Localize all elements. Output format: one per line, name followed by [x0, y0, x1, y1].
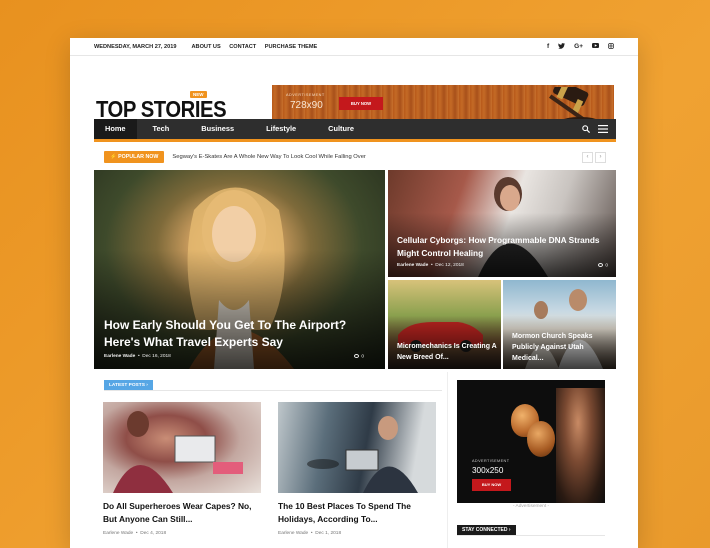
comment-count[interactable]: 0 — [354, 354, 364, 359]
stay-connected-label: STAY CONNECTED — [462, 527, 508, 533]
ad-label: ADVERTISEMENT — [286, 93, 325, 97]
ticker-prev-button[interactable]: ‹ — [582, 151, 593, 163]
popular-now-badge: ⚡ POPULAR NOW — [104, 151, 165, 163]
comment-count-value: 0 — [605, 263, 608, 269]
sidebar-ad[interactable]: ADVERTISEMENT 300x250 BUY NOW — [457, 380, 605, 503]
author-name[interactable]: Earlene Wade — [397, 263, 428, 268]
featured-top-right-meta: Earlene Wade • Dec 12, 2018 0 — [397, 263, 608, 269]
instagram-icon[interactable] — [608, 42, 614, 51]
ad-size: 300x250 — [472, 466, 504, 475]
ticker-arrows: ‹ › — [582, 151, 606, 163]
contact-link[interactable]: CONTACT — [229, 44, 256, 50]
latest-post-card[interactable]: Do All Superheroes Wear Capes? No, But A… — [103, 402, 261, 536]
menu-icon[interactable] — [598, 125, 608, 133]
latest-post-card[interactable]: The 10 Best Places To Spend The Holidays… — [278, 402, 436, 536]
comment-count-value: 0 — [361, 354, 364, 360]
featured-grid: How Early Should You Get To The Airport?… — [94, 170, 616, 369]
post-thumbnail[interactable] — [278, 402, 436, 493]
logo-new-badge: NEW — [190, 91, 207, 98]
featured-bottom-left-title[interactable]: Micromechanics Is Creating A New Breed O… — [397, 341, 497, 363]
column-divider — [447, 372, 448, 548]
comment-count[interactable]: 0 — [598, 263, 608, 268]
post-date: Dec 12, 2018 — [435, 263, 464, 268]
businessman-laptop-image — [307, 416, 418, 493]
search-icon[interactable] — [582, 125, 590, 133]
post-thumbnail[interactable] — [103, 402, 261, 493]
top-bar: WEDNESDAY, MARCH 27, 2019 ABOUT US CONTA… — [70, 38, 638, 56]
ad-buy-now-button[interactable]: BUY NOW — [472, 479, 511, 491]
divider — [457, 535, 605, 536]
post-date: Dec 4, 2018 — [140, 531, 167, 536]
ticker-next-button[interactable]: › — [595, 151, 606, 163]
post-date: Dec 16, 2018 — [142, 354, 171, 359]
featured-post-top-right[interactable]: Cellular Cyborgs: How Programmable DNA S… — [388, 170, 616, 277]
ad-size: 728x90 — [290, 100, 323, 111]
featured-top-right-title[interactable]: Cellular Cyborgs: How Programmable DNA S… — [397, 234, 612, 260]
featured-main-post[interactable]: How Early Should You Get To The Airport?… — [94, 170, 385, 369]
latest-posts-label: LATEST POSTS — [109, 383, 145, 388]
nav-item-home[interactable]: Home — [94, 119, 137, 139]
post-title[interactable]: The 10 Best Places To Spend The Holidays… — [278, 500, 438, 526]
page: WEDNESDAY, MARCH 27, 2019 ABOUT US CONTA… — [70, 38, 638, 548]
author-name[interactable]: Earlene Wade — [278, 531, 308, 536]
post-date: Dec 1, 2018 — [315, 531, 342, 536]
header: TOP STORIES NEW ADVERTISEMENT 728x90 BUY… — [70, 56, 638, 126]
purchase-theme-link[interactable]: PURCHASE THEME — [265, 44, 318, 50]
post-meta: Earlene Wade • Dec 1, 2018 — [278, 531, 342, 536]
nav-actions — [582, 125, 616, 133]
about-us-link[interactable]: ABOUT US — [191, 44, 220, 50]
featured-post-bottom-left[interactable]: Micromechanics Is Creating A New Breed O… — [388, 280, 501, 369]
current-date: WEDNESDAY, MARCH 27, 2019 — [94, 43, 177, 50]
divider — [104, 390, 442, 391]
post-meta: Earlene Wade • Dec 4, 2018 — [103, 531, 167, 536]
ad-label: ADVERTISEMENT — [472, 459, 510, 463]
top-links: ABOUT US CONTACT PURCHASE THEME — [191, 44, 324, 50]
featured-main-title[interactable]: How Early Should You Get To The Airport?… — [104, 317, 384, 351]
featured-bottom-right-title[interactable]: Mormon Church Speaks Publicly Against Ut… — [512, 331, 612, 364]
ad-buy-now-button[interactable]: BUY NOW — [339, 97, 383, 110]
post-title[interactable]: Do All Superheroes Wear Capes? No, But A… — [103, 500, 263, 526]
image-overlay — [388, 170, 616, 277]
boxer-woman-image — [556, 388, 605, 503]
google-plus-icon[interactable]: G+ — [574, 43, 583, 50]
facebook-icon[interactable]: f — [547, 43, 549, 50]
social-links: f G+ — [547, 42, 614, 51]
nav-item-business[interactable]: Business — [185, 119, 250, 139]
boxing-glove-icon — [527, 421, 555, 457]
comment-icon — [354, 354, 360, 358]
youtube-icon[interactable] — [592, 43, 599, 50]
ticker-headline[interactable]: Segway's E-Skates Are A Whole New Way To… — [172, 154, 365, 160]
author-name[interactable]: Earlene Wade — [103, 531, 133, 536]
nav-item-culture[interactable]: Culture — [312, 119, 370, 139]
advertisement-caption: - Advertisement - — [512, 504, 550, 509]
twitter-icon[interactable] — [558, 42, 566, 51]
main-navigation: Home Tech Business Lifestyle Culture — [94, 119, 616, 142]
featured-main-meta: Earlene Wade • Dec 16, 2018 0 — [104, 354, 364, 360]
author-name[interactable]: Earlene Wade — [104, 354, 135, 359]
trending-ticker: ⚡ POPULAR NOW Segway's E-Skates Are A Wh… — [104, 150, 606, 164]
popular-now-label: POPULAR NOW — [118, 154, 159, 160]
comment-icon — [598, 263, 604, 267]
woman-laptop-image — [113, 411, 243, 493]
nav-item-lifestyle[interactable]: Lifestyle — [250, 119, 312, 139]
featured-post-bottom-right[interactable]: Mormon Church Speaks Publicly Against Ut… — [503, 280, 616, 369]
nav-item-tech[interactable]: Tech — [137, 119, 186, 139]
